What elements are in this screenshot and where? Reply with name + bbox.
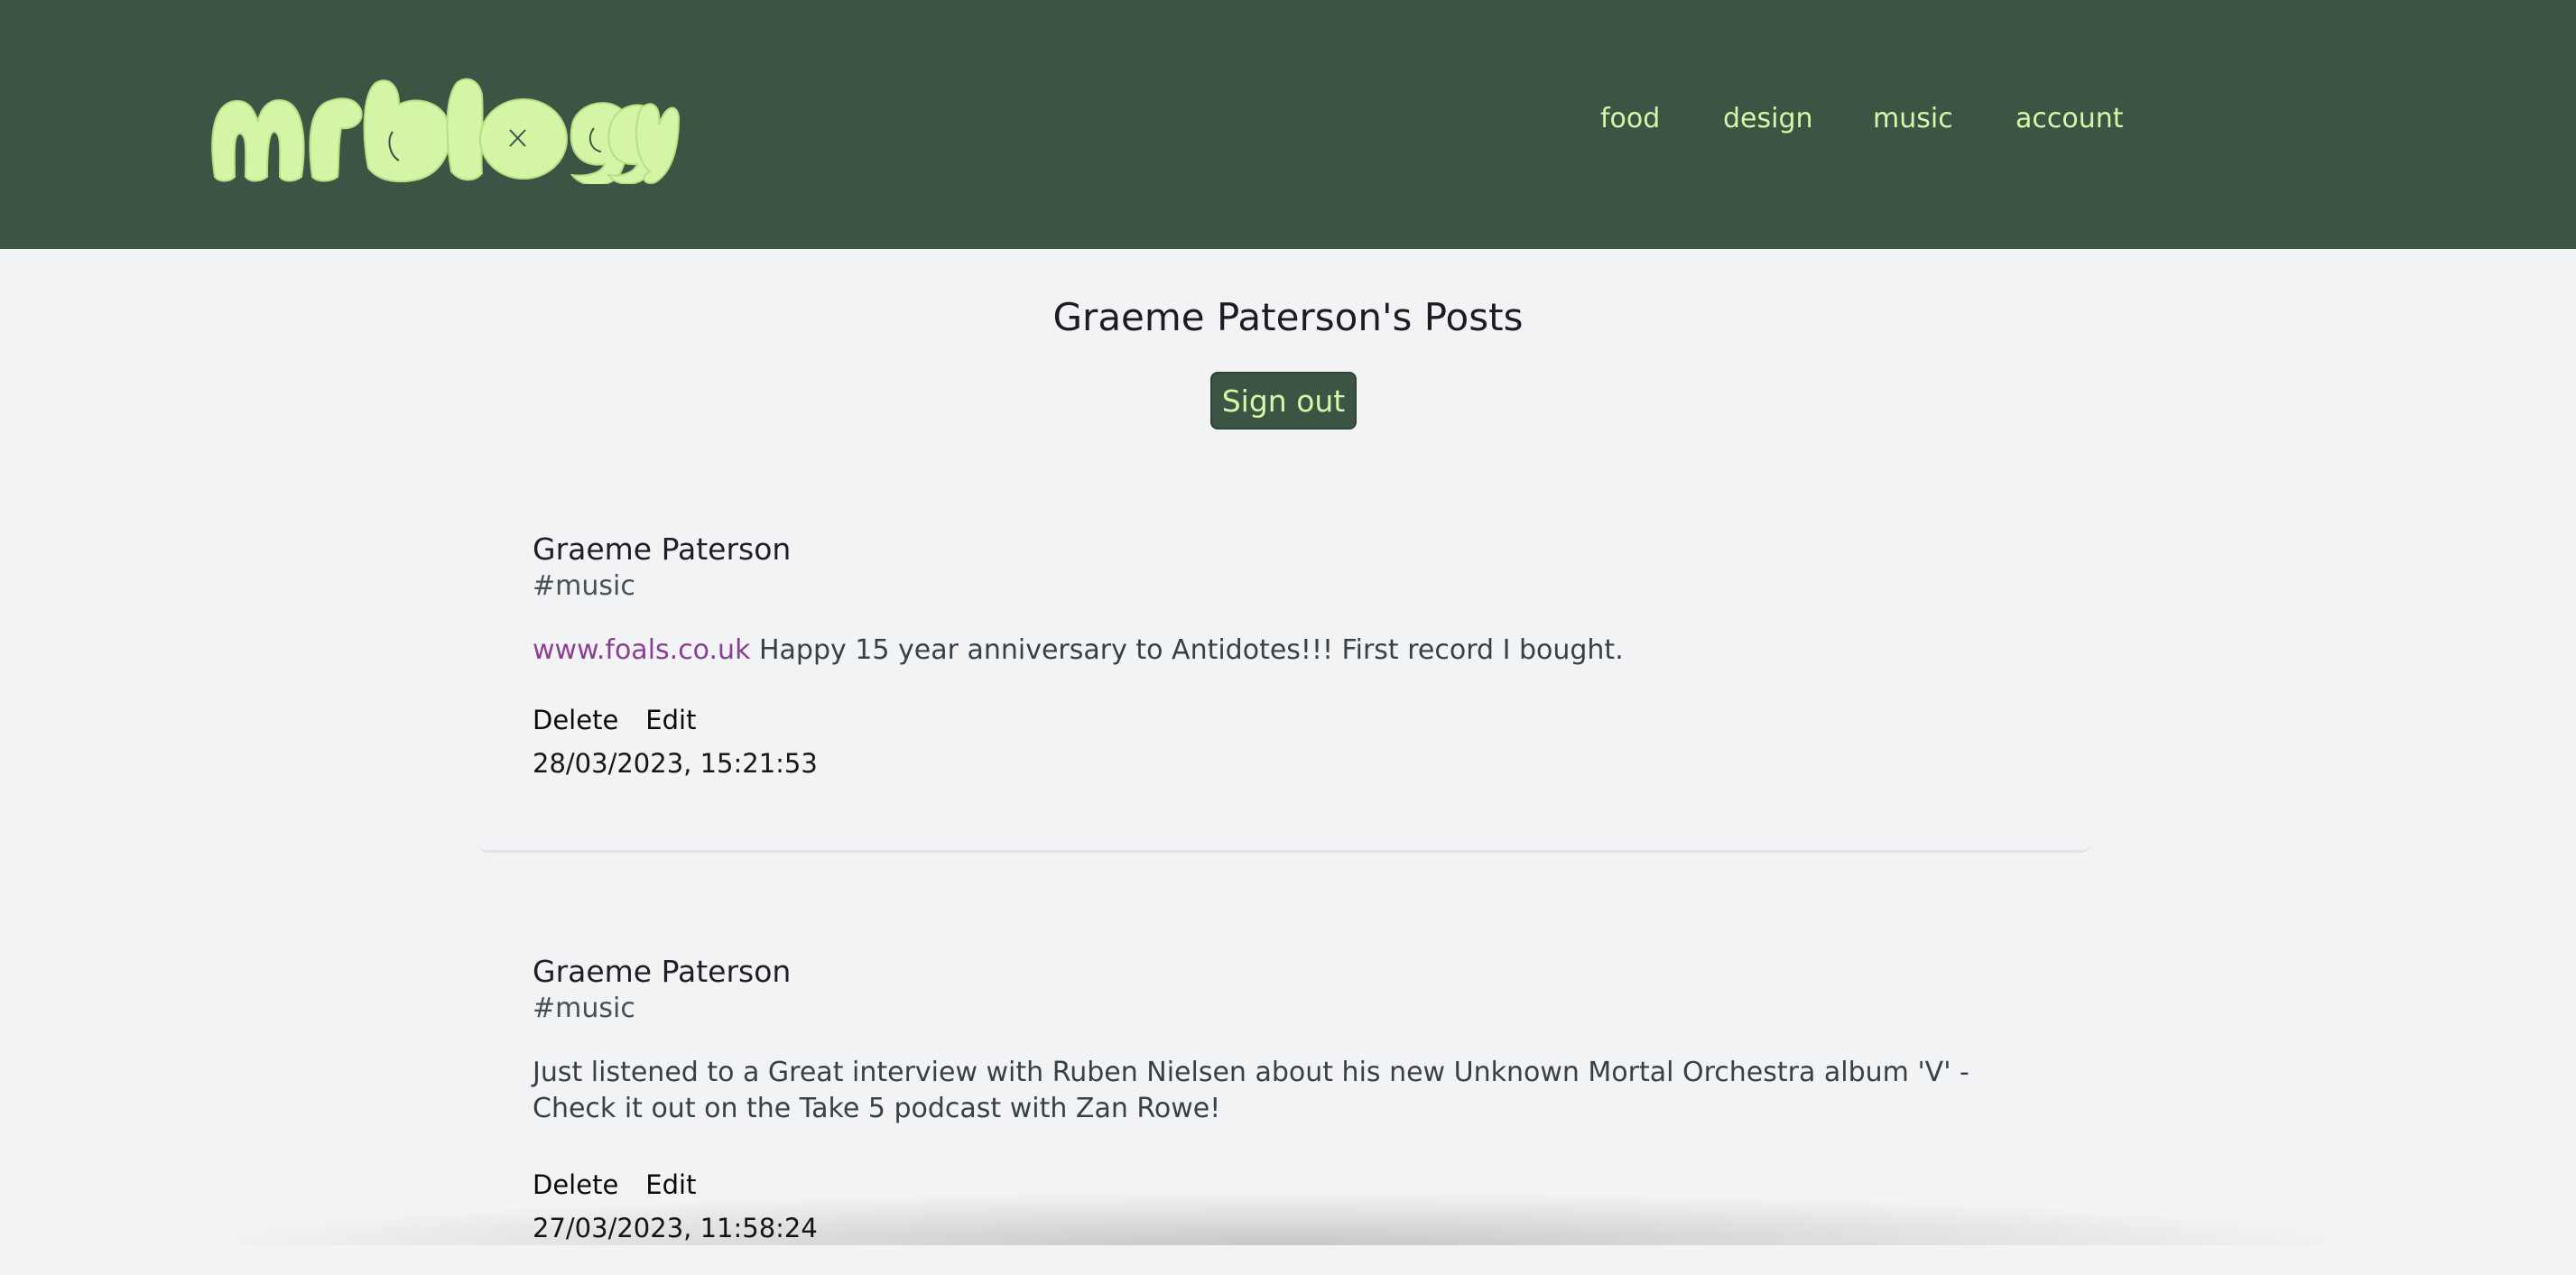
post-body: Just listened to a Great interview with … [533, 1057, 1969, 1124]
post-body: www.foals.co.uk Happy 15 year anniversar… [533, 633, 2058, 669]
nav-link-design[interactable]: design [1723, 101, 1813, 137]
nav-link-food[interactable]: food [1600, 101, 1660, 137]
post-author: Graeme Paterson [533, 531, 792, 567]
post-actions: Delete Edit [533, 702, 723, 738]
nav-link-music[interactable]: music [1873, 101, 1953, 137]
edit-button[interactable]: Edit [645, 1169, 696, 1200]
post-tag[interactable]: #music [533, 568, 635, 605]
post-tag[interactable]: #music [533, 990, 635, 1028]
post-link[interactable]: www.foals.co.uk [533, 634, 750, 666]
delete-button[interactable]: Delete [533, 1169, 618, 1200]
post-text: Happy 15 year anniversary to Antidotes!!… [750, 634, 1624, 666]
post-actions: Delete Edit [533, 1167, 723, 1203]
delete-button[interactable]: Delete [533, 705, 618, 735]
post-date: 27/03/2023, 11:58:24 [533, 1213, 818, 1243]
site-logo[interactable] [208, 78, 681, 184]
site-header: food design music account [0, 0, 2576, 249]
post-author: Graeme Paterson [533, 954, 792, 989]
nav-link-account[interactable]: account [2015, 101, 2124, 137]
page-title: Graeme Paterson's Posts [1052, 295, 1524, 339]
edit-button[interactable]: Edit [645, 705, 696, 735]
post-date: 28/03/2023, 15:21:53 [533, 748, 818, 779]
post-card: Graeme Paterson #music www.foals.co.uk H… [478, 528, 2090, 853]
sign-out-button[interactable]: Sign out [1210, 372, 1357, 430]
post-card: Graeme Paterson #music Just listened to … [478, 950, 2090, 1275]
